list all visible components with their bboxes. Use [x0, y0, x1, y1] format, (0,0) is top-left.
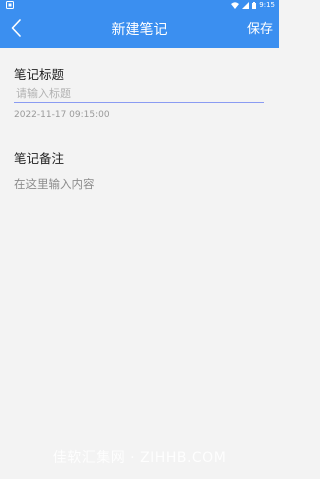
- notification-icon: [6, 1, 14, 9]
- app-bar: 新建笔记 保存: [0, 12, 279, 48]
- title-input[interactable]: [14, 84, 264, 103]
- title-label: 笔记标题: [14, 67, 65, 82]
- status-time: 9:15: [259, 1, 275, 9]
- save-button[interactable]: 保存: [247, 21, 273, 39]
- status-icons: 9:15: [231, 1, 275, 10]
- page-title: 新建笔记: [111, 22, 168, 38]
- status-bar: 9:15: [0, 0, 279, 12]
- note-content-input[interactable]: [14, 176, 264, 416]
- signal-icon: [242, 2, 250, 9]
- watermark: 佳软汇集网 · ZIHHB.COM: [52, 450, 227, 466]
- timestamp: 2022-11-17 09:15:00: [14, 110, 110, 120]
- note-label: 笔记备注: [14, 151, 65, 166]
- wifi-icon: [231, 2, 240, 9]
- battery-icon: [252, 2, 257, 9]
